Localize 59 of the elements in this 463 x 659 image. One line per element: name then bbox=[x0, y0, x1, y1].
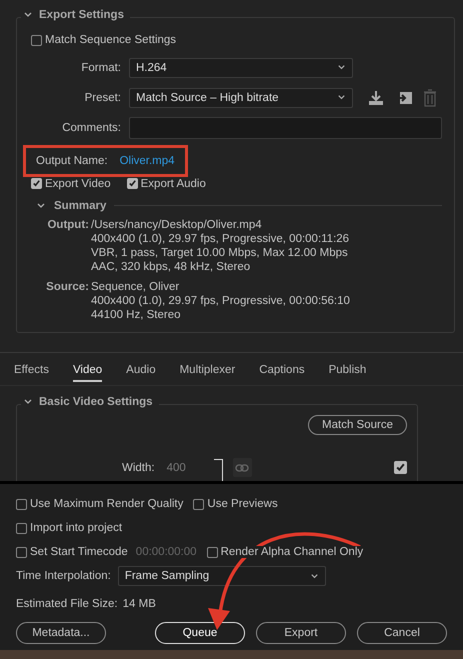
checkbox-label: Export Video bbox=[45, 178, 111, 190]
field-label: Preset: bbox=[84, 92, 121, 104]
dialog-button[interactable]: Export bbox=[256, 622, 346, 644]
dropdown[interactable]: Frame Sampling bbox=[118, 566, 326, 586]
comments-field[interactable] bbox=[129, 116, 442, 138]
checkbox-label: Render Alpha Channel Only bbox=[220, 546, 364, 558]
checkbox-label: Export Audio bbox=[140, 178, 206, 190]
summary-text: VBR, 1 pass, Target 10.00 Mbps, Max 12.00 Mbps bbox=[91, 246, 349, 260]
field-label: Estimated File Size: bbox=[16, 598, 118, 610]
file-size-value: 14 MB bbox=[122, 598, 156, 610]
tab[interactable]: Video bbox=[72, 356, 102, 382]
caret-icon bbox=[310, 572, 319, 580]
dropdown[interactable]: Match Source – High bitrate bbox=[129, 88, 353, 108]
summary-text: /Users/nancy/Desktop/Oliver.mp4 bbox=[91, 218, 263, 232]
summary-text: 44100 Hz, Stereo bbox=[91, 308, 182, 322]
summary-text: AAC, 320 kbps, 48 kHz, Stereo bbox=[91, 260, 252, 274]
field-label: Output Name: bbox=[36, 154, 108, 166]
checkbox-label: Use Previews bbox=[207, 498, 278, 510]
caret-icon bbox=[337, 63, 346, 72]
checkbox[interactable] bbox=[193, 498, 204, 510]
tab[interactable]: Audio bbox=[126, 356, 156, 382]
section-title: Basic Video Settings bbox=[39, 396, 153, 408]
checkbox[interactable] bbox=[16, 546, 27, 558]
download-icon[interactable] bbox=[367, 90, 385, 106]
checkbox-label: Use Maximum Render Quality bbox=[30, 498, 184, 510]
chevron-icon[interactable] bbox=[36, 200, 46, 210]
field-label: Width: bbox=[122, 462, 155, 474]
checkbox[interactable] bbox=[206, 546, 218, 558]
caret-icon bbox=[337, 93, 346, 102]
dialog-button[interactable]: Metadata... bbox=[16, 622, 106, 644]
summary-text: 400x400 (1.0), 29.97 fps, Progressive, 00:00:56:10 bbox=[91, 294, 350, 308]
section-title: Export Settings bbox=[39, 9, 124, 21]
summary-text: 400x400 (1.0), 29.97 fps, Progressive, 00:00:11:26 bbox=[91, 232, 350, 246]
checkbox[interactable] bbox=[16, 522, 27, 534]
section-title: Summary bbox=[54, 200, 106, 212]
checkbox[interactable] bbox=[126, 178, 138, 189]
field-label: Format: bbox=[80, 62, 121, 74]
checkbox[interactable] bbox=[394, 461, 407, 474]
checkbox[interactable] bbox=[31, 178, 42, 189]
tab[interactable]: Publish bbox=[328, 356, 366, 382]
dropdown[interactable]: H.264 bbox=[129, 58, 353, 78]
link-icon[interactable] bbox=[232, 458, 252, 477]
checkbox-label: Match Sequence Settings bbox=[45, 34, 176, 46]
tab[interactable]: Multiplexer bbox=[180, 356, 236, 382]
field-label: Comments: bbox=[61, 122, 121, 134]
summary-text: Sequence, Oliver bbox=[91, 280, 180, 294]
width-value[interactable]: 400 bbox=[166, 462, 186, 474]
field-label: Time Interpolation: bbox=[16, 570, 111, 582]
checkbox-label: Set Start Timecode bbox=[30, 546, 128, 558]
checkbox-label: Import into project bbox=[30, 522, 122, 534]
output-name-link[interactable]: Oliver.mp4 bbox=[120, 154, 175, 166]
checkbox[interactable] bbox=[16, 498, 27, 510]
summary-label: Source: bbox=[45, 280, 89, 294]
tab[interactable]: Effects bbox=[14, 356, 49, 382]
summary-label: Output: bbox=[46, 218, 89, 232]
dialog-button[interactable]: Cancel bbox=[357, 622, 447, 644]
tab[interactable]: Captions bbox=[259, 356, 305, 382]
match-source-button[interactable]: Match Source bbox=[308, 415, 407, 435]
checkbox[interactable] bbox=[31, 34, 42, 46]
